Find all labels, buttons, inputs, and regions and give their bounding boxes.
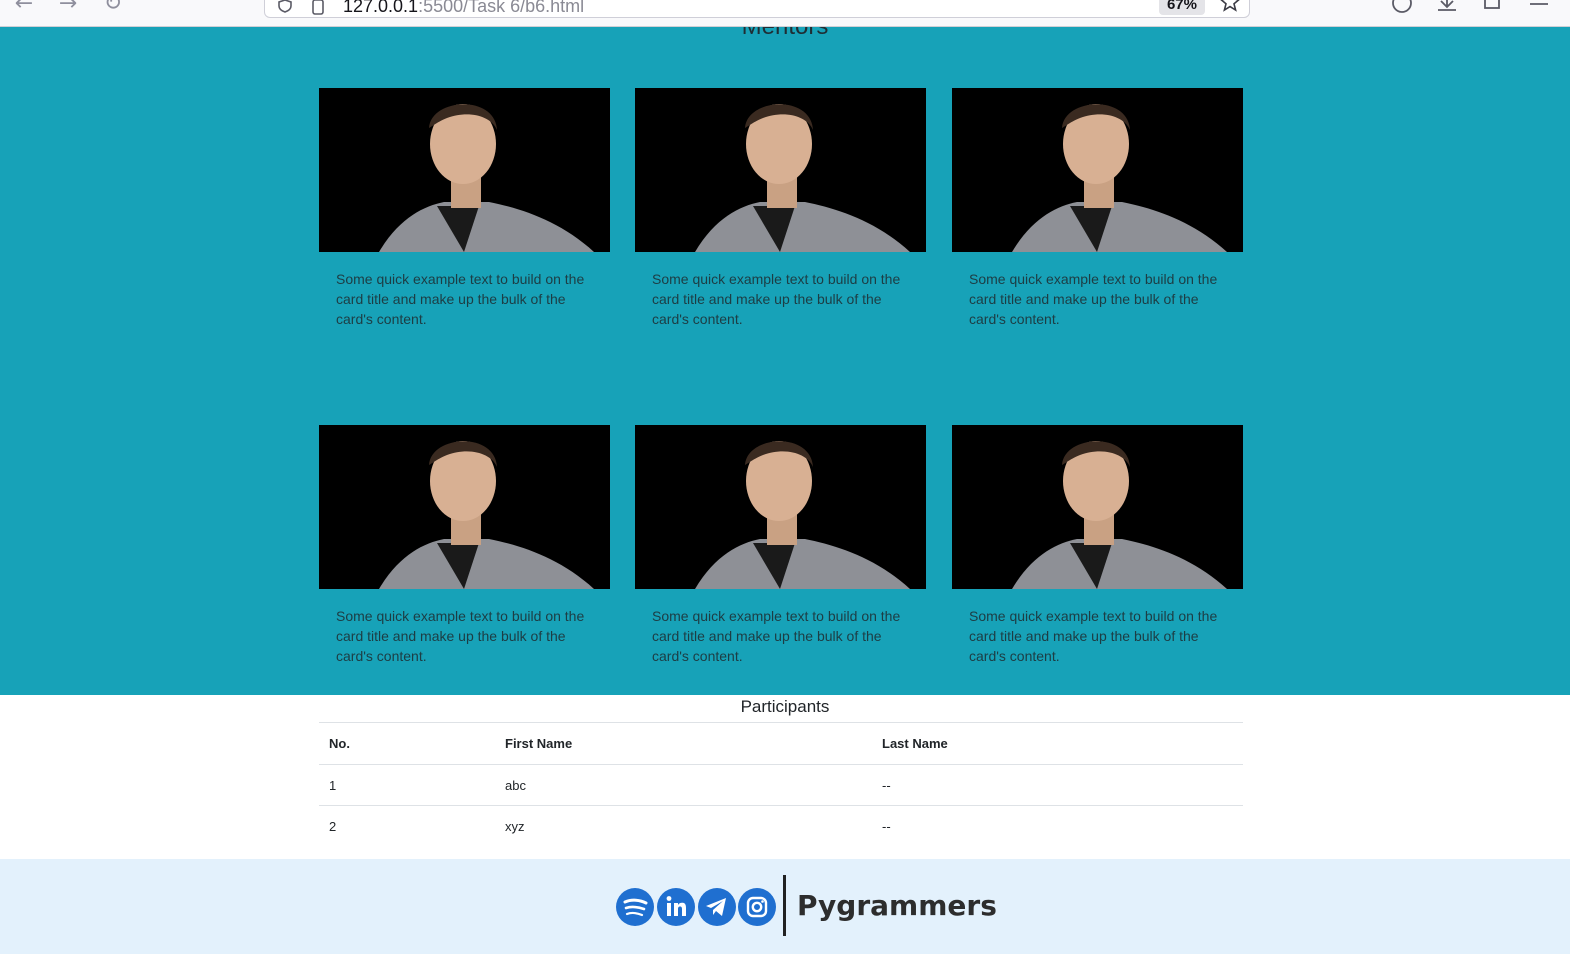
- column-header-no: No.: [319, 722, 495, 765]
- url-path: :5500/Task 6/b6.html: [418, 0, 585, 16]
- forward-icon[interactable]: →: [54, 0, 82, 18]
- linkedin-icon[interactable]: [657, 888, 695, 926]
- person-portrait-image: [952, 425, 1243, 589]
- mentors-section: Mentors Some quick example text to build…: [0, 27, 1570, 695]
- cell-first-name: xyz: [495, 805, 872, 846]
- table-header-row: No. First Name Last Name: [319, 722, 1243, 765]
- mentor-card: Some quick example text to build on the …: [635, 88, 926, 329]
- cell-no: 2: [319, 805, 495, 846]
- person-portrait-image: [319, 425, 610, 589]
- instagram-icon[interactable]: [738, 888, 776, 926]
- mentor-card-text: Some quick example text to build on the …: [336, 608, 585, 664]
- spotify-icon[interactable]: [616, 888, 654, 926]
- address-bar[interactable]: 127.0.0.1:5500/Task 6/b6.html 67%: [264, 0, 1250, 18]
- mentor-photo: [635, 425, 926, 589]
- column-header-last-name: Last Name: [872, 722, 1243, 765]
- person-portrait-image: [319, 88, 610, 252]
- pocket-icon[interactable]: [1389, 0, 1415, 16]
- back-icon[interactable]: ←: [10, 0, 38, 18]
- participants-section: Participants No. First Name Last Name 1 …: [0, 695, 1570, 859]
- footer: Pygrammers: [0, 859, 1570, 954]
- mentor-card: Some quick example text to build on the …: [952, 88, 1243, 329]
- extensions-icon[interactable]: [1480, 0, 1506, 16]
- url-text[interactable]: 127.0.0.1:5500/Task 6/b6.html: [343, 0, 584, 17]
- shield-icon[interactable]: [277, 0, 293, 13]
- person-portrait-image: [635, 88, 926, 252]
- mentor-photo: [319, 425, 610, 589]
- cell-last-name: --: [872, 764, 1243, 806]
- mentor-card: Some quick example text to build on the …: [635, 425, 926, 666]
- menu-icon[interactable]: [1526, 0, 1552, 16]
- cell-last-name: --: [872, 805, 1243, 846]
- reload-icon[interactable]: ↻: [99, 0, 127, 18]
- cell-no: 1: [319, 764, 495, 806]
- participants-heading: Participants: [740, 697, 830, 716]
- person-portrait-image: [635, 425, 926, 589]
- person-portrait-image: [952, 88, 1243, 252]
- brand-name: Pygrammers: [797, 889, 997, 922]
- mentor-photo: [952, 88, 1243, 252]
- mentor-card-text: Some quick example text to build on the …: [652, 271, 901, 327]
- cell-first-name: abc: [495, 764, 872, 806]
- mentor-card: Some quick example text to build on the …: [319, 88, 610, 329]
- browser-toolbar: ← → ↻ 127.0.0.1:5500/Task 6/b6.html 67%: [0, 0, 1570, 27]
- downloads-icon[interactable]: [1434, 0, 1460, 16]
- mentors-heading: Mentors: [0, 27, 1570, 41]
- telegram-icon[interactable]: [698, 888, 736, 926]
- mentor-card: Some quick example text to build on the …: [319, 425, 610, 666]
- zoom-level-badge[interactable]: 67%: [1158, 0, 1205, 15]
- page-info-icon[interactable]: [311, 0, 325, 15]
- mentor-card-text: Some quick example text to build on the …: [969, 608, 1218, 664]
- mentor-photo: [319, 88, 610, 252]
- mentor-card: Some quick example text to build on the …: [952, 425, 1243, 666]
- mentor-photo: [635, 88, 926, 252]
- mentor-card-text: Some quick example text to build on the …: [969, 271, 1218, 327]
- column-header-first-name: First Name: [495, 722, 872, 765]
- table-row: 1 abc --: [319, 764, 1243, 806]
- footer-divider: [783, 875, 786, 936]
- mentor-card-text: Some quick example text to build on the …: [336, 271, 585, 327]
- mentor-card-text: Some quick example text to build on the …: [652, 608, 901, 664]
- table-row: 2 xyz --: [319, 805, 1243, 846]
- participants-table: No. First Name Last Name 1 abc -- 2 xyz …: [319, 722, 1243, 846]
- mentor-photo: [952, 425, 1243, 589]
- url-host: 127.0.0.1: [343, 0, 419, 16]
- bookmark-star-icon[interactable]: [1219, 0, 1241, 13]
